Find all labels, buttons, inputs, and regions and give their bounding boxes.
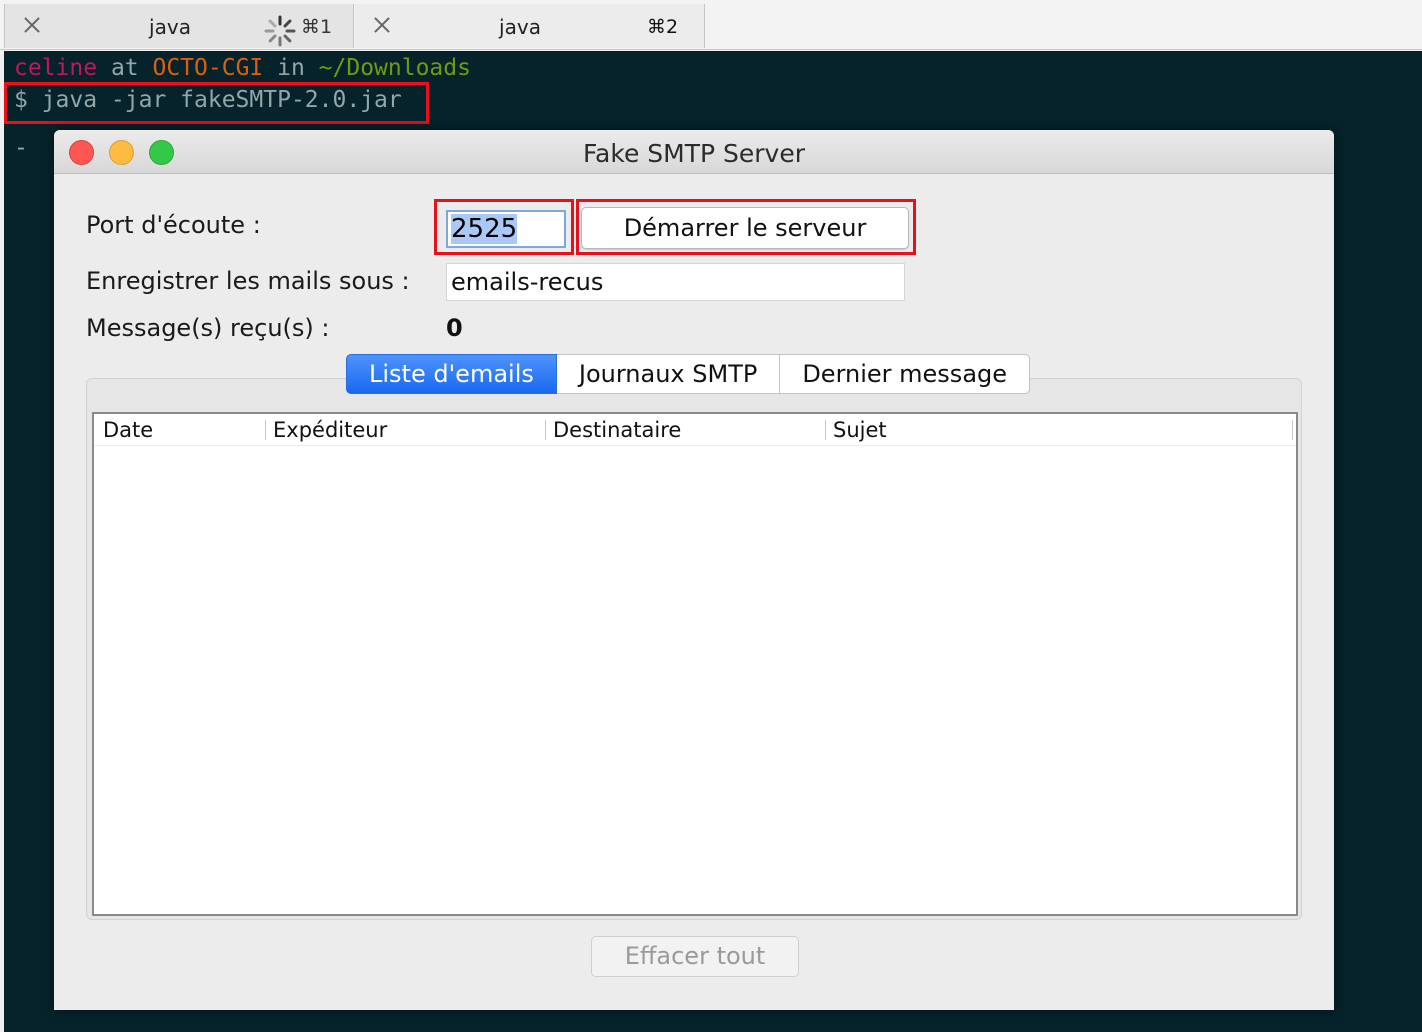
clear-all-button[interactable]: Effacer tout (591, 936, 799, 977)
received-count-label: Message(s) reçu(s) : (86, 314, 330, 342)
prompt-host: OCTO-CGI (152, 55, 264, 81)
column-subject[interactable]: Sujet (833, 418, 887, 442)
email-table[interactable]: Date Expéditeur Destinataire Sujet (92, 412, 1298, 916)
tab-bar: Liste d'emails Journaux SMTP Dernier mes… (346, 354, 1031, 394)
port-label: Port d'écoute : (86, 211, 261, 239)
window-titlebar[interactable]: Fake SMTP Server (54, 130, 1334, 174)
terminal-tab-2[interactable]: java ⌘2 (355, 4, 705, 48)
window-content: Port d'écoute : 2525 Démarrer le serveur… (54, 174, 1334, 1010)
column-divider[interactable] (825, 420, 826, 440)
tab-smtp-logs[interactable]: Journaux SMTP (556, 354, 781, 394)
port-highlight-box (434, 199, 574, 255)
tab-email-list[interactable]: Liste d'emails (346, 354, 557, 394)
close-icon[interactable] (23, 16, 41, 34)
command-highlight-box (4, 82, 429, 124)
save-folder-input[interactable]: emails-recus (446, 263, 905, 301)
spinner-icon (264, 15, 296, 47)
tab-last-message[interactable]: Dernier message (780, 354, 1031, 394)
column-recipient[interactable]: Destinataire (553, 418, 681, 442)
column-divider (1292, 420, 1293, 440)
terminal-tab-bar: java ⌘1 java ⌘2 (0, 0, 1422, 50)
start-highlight-box (576, 199, 916, 255)
window-title: Fake SMTP Server (582, 139, 806, 168)
tab-title: java (499, 15, 541, 39)
prompt-at: at (97, 55, 153, 81)
column-divider[interactable] (265, 420, 266, 440)
tab-shortcut: ⌘2 (647, 16, 679, 38)
terminal-tab-1[interactable]: java ⌘1 (4, 4, 354, 48)
column-divider[interactable] (545, 420, 546, 440)
prompt-user: celine (14, 55, 98, 81)
prompt-in: in (263, 55, 319, 81)
prompt-line: celine at OCTO-CGI in ~/Downloads (14, 55, 471, 81)
column-date[interactable]: Date (103, 418, 153, 442)
table-header: Date Expéditeur Destinataire Sujet (94, 414, 1296, 446)
close-icon[interactable] (373, 16, 391, 34)
fake-smtp-window: Fake SMTP Server Port d'écoute : 2525 Dé… (54, 130, 1334, 1010)
terminal-cursor: - (14, 135, 28, 161)
prompt-dir: ~/Downloads (318, 55, 471, 81)
tab-shortcut: ⌘1 (301, 16, 333, 38)
save-label: Enregistrer les mails sous : (86, 267, 410, 295)
tab-title: java (149, 15, 191, 39)
column-sender[interactable]: Expéditeur (273, 418, 387, 442)
received-count-value: 0 (446, 314, 463, 342)
